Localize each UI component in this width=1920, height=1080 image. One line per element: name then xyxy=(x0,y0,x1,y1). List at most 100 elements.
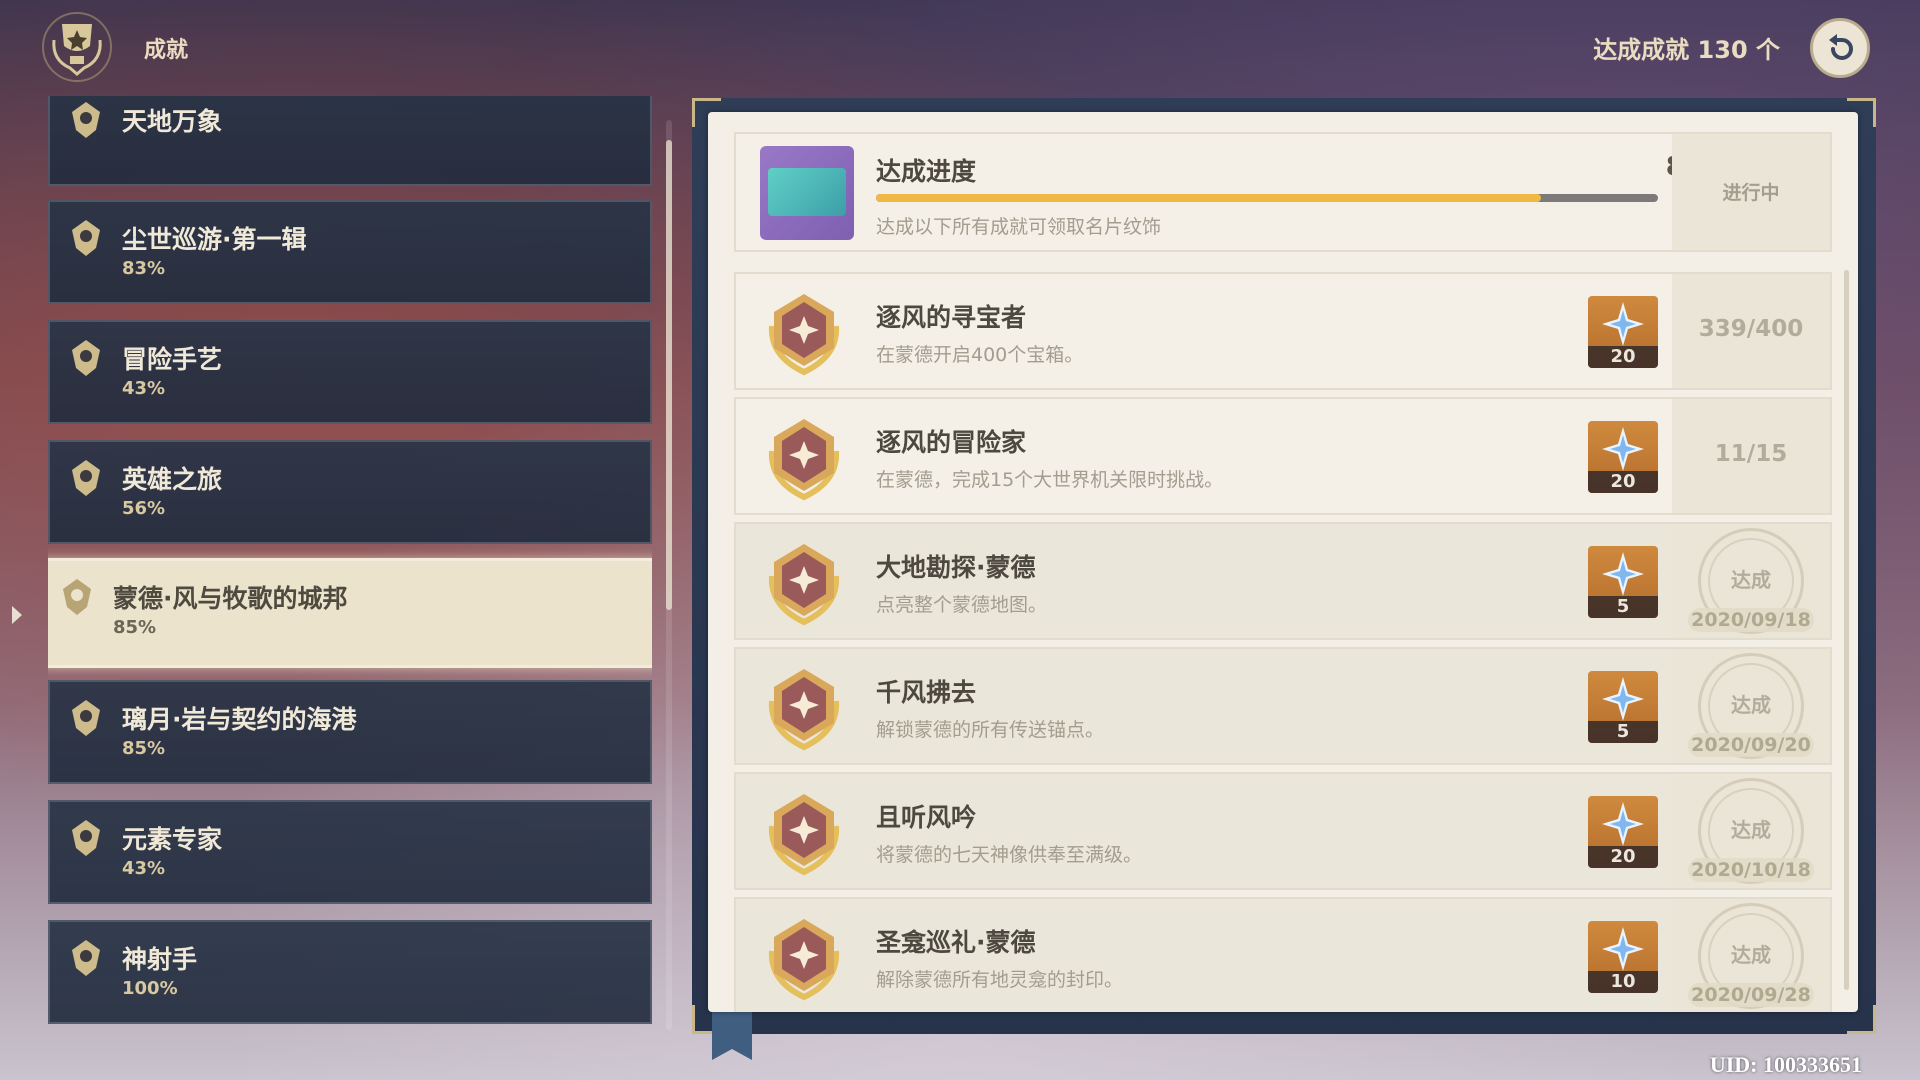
completion-date: 2020/09/20 xyxy=(1688,733,1814,757)
laurel-medal-icon xyxy=(768,669,840,751)
achievement-description: 解除蒙德所有地灵龛的封印。 xyxy=(876,969,1124,991)
completed-stamp: 达成 2020/09/18 xyxy=(1684,528,1818,634)
page-title: 成就 xyxy=(144,38,189,63)
achievement-title: 逐风的冒险家 xyxy=(876,428,1027,457)
category-list[interactable]: 天地万象 尘世巡游·第一辑 83% 冒险手艺 43% 英雄之旅 56% 蒙德·风… xyxy=(48,96,652,1030)
category-percent: 43% xyxy=(122,378,166,399)
category-name: 璃月·岩与契约的海港 xyxy=(122,705,357,734)
reward-count: 20 xyxy=(1588,846,1658,868)
return-arrow-icon xyxy=(1829,34,1853,60)
achievement-panel[interactable]: 达成进度 85% 达成以下所有成就可领取名片纹饰 进行中 逐风的寻宝者 在蒙德开… xyxy=(708,112,1858,1012)
reward-count: 5 xyxy=(1588,721,1658,743)
achievement-status: 达成 2020/10/18 xyxy=(1672,774,1830,888)
scrollbar-thumb[interactable] xyxy=(666,140,672,610)
primogem-icon xyxy=(1602,677,1644,721)
completed-stamp: 达成 2020/10/18 xyxy=(1684,778,1818,884)
achievement-description: 将蒙德的七天神像供奉至满级。 xyxy=(876,844,1143,866)
achievement-description: 解锁蒙德的所有传送锚点。 xyxy=(876,719,1105,741)
category-emblem-icon xyxy=(72,220,100,256)
progress-bar xyxy=(876,194,1658,202)
category-item[interactable]: 元素专家 43% xyxy=(48,800,652,904)
category-name: 冒险手艺 xyxy=(122,345,223,374)
reward-primogem: 20 xyxy=(1588,796,1658,868)
category-item[interactable]: 璃月·岩与契约的海港 85% xyxy=(48,680,652,784)
category-percent: 85% xyxy=(113,617,157,638)
achievement-description: 在蒙德，完成15个大世界机关限时挑战。 xyxy=(876,469,1224,491)
completed-stamp: 达成 2020/09/28 xyxy=(1684,903,1818,1009)
completion-date: 2020/09/18 xyxy=(1688,608,1814,632)
achievement-progress: 339/400 xyxy=(1698,316,1804,342)
achievement-title: 逐风的寻宝者 xyxy=(876,303,1027,332)
achievement-row[interactable]: 圣龛巡礼·蒙德 解除蒙德所有地灵龛的封印。 10 达成 2020/09/28 xyxy=(734,897,1832,1012)
achievement-status: 339/400 xyxy=(1672,274,1830,388)
category-name: 尘世巡游·第一辑 xyxy=(122,225,307,254)
reward-primogem: 20 xyxy=(1588,421,1658,493)
completion-date: 2020/09/28 xyxy=(1688,983,1814,1007)
achievement-status: 达成 2020/09/18 xyxy=(1672,524,1830,638)
achievement-row[interactable]: 大地勘探·蒙德 点亮整个蒙德地图。 5 达成 2020/09/18 xyxy=(734,522,1832,640)
namecard-icon xyxy=(760,146,854,240)
completion-date: 2020/10/18 xyxy=(1688,858,1814,882)
selection-arrow-icon xyxy=(12,606,22,624)
reward-primogem: 10 xyxy=(1588,921,1658,993)
achievement-row[interactable]: 千风拂去 解锁蒙德的所有传送锚点。 5 达成 2020/09/20 xyxy=(734,647,1832,765)
laurel-medal-icon xyxy=(768,294,840,376)
primogem-icon xyxy=(1602,302,1644,346)
achievement-count: 达成成就 130 个 xyxy=(1593,36,1780,64)
reward-count: 10 xyxy=(1588,971,1658,993)
achievement-row[interactable]: 且听风吟 将蒙德的七天神像供奉至满级。 20 达成 2020/10/18 xyxy=(734,772,1832,890)
reward-primogem: 5 xyxy=(1588,546,1658,618)
progress-row: 达成进度 85% 达成以下所有成就可领取名片纹饰 进行中 xyxy=(734,132,1832,252)
category-percent: 85% xyxy=(122,738,166,759)
top-bar: 成就 达成成就 130 个 xyxy=(0,0,1920,96)
reward-count: 20 xyxy=(1588,471,1658,493)
category-item-selected[interactable]: 蒙德·风与牧歌的城邦 85% xyxy=(48,558,652,668)
progress-description: 达成以下所有成就可领取名片纹饰 xyxy=(876,216,1162,238)
laurel-medal-icon xyxy=(768,544,840,626)
primogem-icon xyxy=(1602,927,1644,971)
achievement-scrollbar[interactable] xyxy=(1844,270,1849,990)
laurel-medal-icon xyxy=(768,419,840,501)
primogem-icon xyxy=(1602,802,1644,846)
category-item[interactable]: 尘世巡游·第一辑 83% xyxy=(48,200,652,304)
category-item[interactable]: 神射手 100% xyxy=(48,920,652,1024)
achievement-progress: 11/15 xyxy=(1714,441,1788,467)
achievement-status: 达成 2020/09/28 xyxy=(1672,899,1830,1012)
category-name: 神射手 xyxy=(122,945,198,974)
stamp-label: 达成 xyxy=(1731,943,1771,967)
progress-status-label: 进行中 xyxy=(1722,182,1780,204)
achievement-description: 点亮整个蒙德地图。 xyxy=(876,594,1048,616)
achievement-title: 大地勘探·蒙德 xyxy=(876,553,1036,582)
category-scrollbar[interactable] xyxy=(666,120,672,1030)
achievement-row[interactable]: 逐风的冒险家 在蒙德，完成15个大世界机关限时挑战。 20 11/15 xyxy=(734,397,1832,515)
category-item[interactable]: 天地万象 xyxy=(48,96,652,186)
category-name: 蒙德·风与牧歌的城邦 xyxy=(113,584,348,613)
category-name: 元素专家 xyxy=(122,825,223,854)
category-item[interactable]: 英雄之旅 56% xyxy=(48,440,652,544)
scrollbar-thumb[interactable] xyxy=(1844,270,1849,990)
category-emblem-icon xyxy=(72,820,100,856)
player-uid: UID: 100333651 xyxy=(1709,1052,1862,1077)
laurel-medal-icon xyxy=(768,919,840,1001)
category-emblem-icon xyxy=(72,940,100,976)
category-emblem-icon xyxy=(72,700,100,736)
category-percent: 100% xyxy=(122,978,178,999)
category-percent: 83% xyxy=(122,258,166,279)
category-emblem-icon xyxy=(72,340,100,376)
category-emblem-icon xyxy=(63,579,91,615)
stamp-label: 达成 xyxy=(1731,818,1771,842)
progress-title: 达成进度 xyxy=(876,157,977,186)
reward-primogem: 20 xyxy=(1588,296,1658,368)
progress-status: 进行中 xyxy=(1672,134,1830,250)
back-button[interactable] xyxy=(1810,18,1870,78)
achievement-description: 在蒙德开启400个宝箱。 xyxy=(876,344,1084,366)
achievement-row[interactable]: 逐风的寻宝者 在蒙德开启400个宝箱。 20 339/400 xyxy=(734,272,1832,390)
achievement-trophy-icon xyxy=(40,10,114,84)
primogem-icon xyxy=(1602,552,1644,596)
category-item[interactable]: 冒险手艺 43% xyxy=(48,320,652,424)
progress-bar-fill xyxy=(876,194,1541,202)
category-percent: 56% xyxy=(122,498,166,519)
category-emblem-icon xyxy=(72,102,100,138)
stamp-label: 达成 xyxy=(1731,693,1771,717)
bookmark-ribbon xyxy=(712,1010,752,1060)
